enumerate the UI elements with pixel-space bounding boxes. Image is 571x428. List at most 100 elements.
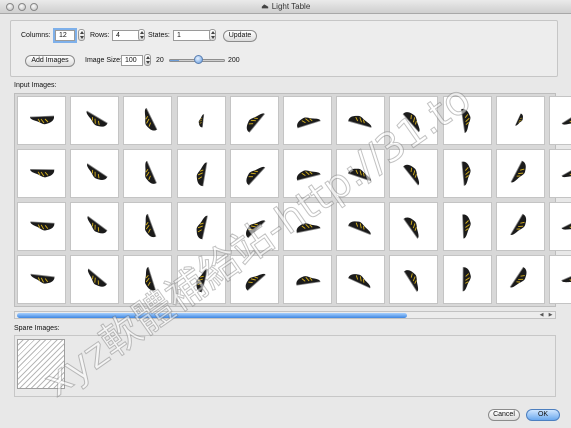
image-cell[interactable]	[495, 255, 545, 304]
shoe-image	[196, 268, 209, 292]
rows-stepper[interactable]	[138, 29, 145, 41]
image-cell[interactable]	[495, 149, 545, 198]
image-cell[interactable]	[283, 202, 332, 251]
image-cell[interactable]	[283, 149, 332, 198]
image-cell[interactable]	[123, 255, 173, 304]
shoe-image	[29, 168, 54, 177]
image-size-field[interactable]: 100	[121, 55, 143, 66]
image-cell[interactable]	[336, 149, 386, 198]
image-cell[interactable]	[17, 255, 66, 304]
input-images-label: Input Images:	[14, 82, 57, 89]
image-cell[interactable]	[336, 96, 386, 145]
shoe-image	[198, 113, 205, 127]
shoe-image	[510, 160, 527, 182]
image-cell[interactable]	[283, 255, 332, 304]
slider-min-label: 20	[156, 57, 164, 64]
image-cell[interactable]	[442, 96, 492, 145]
states-field[interactable]: 1	[173, 30, 211, 41]
image-cell[interactable]	[495, 202, 545, 251]
slider-max-label: 200	[228, 57, 240, 64]
image-size-stepper[interactable]	[144, 54, 151, 66]
input-images-grid	[14, 93, 571, 307]
shoe-image	[462, 266, 471, 291]
shoe-image	[196, 215, 208, 239]
image-cell[interactable]	[123, 149, 173, 198]
image-cell[interactable]	[549, 202, 571, 251]
image-cell[interactable]	[389, 202, 439, 251]
image-cell[interactable]	[229, 202, 279, 251]
shoe-image	[403, 216, 419, 239]
shoe-image	[295, 275, 320, 286]
image-cell[interactable]	[442, 149, 492, 198]
rows-label: Rows:	[90, 32, 110, 39]
rows-field[interactable]: 4	[112, 30, 140, 41]
columns-stepper[interactable]	[78, 29, 85, 41]
shoe-image	[196, 161, 208, 186]
shoe-image	[560, 216, 571, 230]
horizontal-scrollbar[interactable]: ◀ ▶	[14, 311, 556, 319]
image-cell[interactable]	[70, 96, 120, 145]
shoe-image	[296, 169, 321, 181]
columns-field[interactable]: 12	[55, 30, 75, 41]
shoe-image	[145, 160, 157, 184]
image-cell[interactable]	[336, 255, 386, 304]
image-cell[interactable]	[70, 202, 120, 251]
cancel-button[interactable]: Cancel	[488, 409, 520, 421]
image-cell[interactable]	[176, 255, 226, 304]
shoe-image	[247, 112, 266, 133]
scroll-right-arrow-icon[interactable]: ▶	[546, 312, 555, 318]
image-cell[interactable]	[176, 149, 226, 198]
image-cell[interactable]	[229, 96, 279, 145]
image-cell[interactable]	[123, 96, 173, 145]
slider-fill	[170, 60, 180, 61]
image-cell[interactable]	[389, 255, 439, 304]
image-cell[interactable]	[176, 96, 226, 145]
shoe-image	[246, 166, 266, 185]
image-cell[interactable]	[549, 96, 571, 145]
shoe-image	[144, 107, 158, 131]
shoe-image	[29, 220, 54, 230]
image-cell[interactable]	[389, 96, 439, 145]
ok-button[interactable]: OK	[526, 409, 560, 421]
add-images-button[interactable]: Add Images	[25, 55, 75, 67]
image-cell[interactable]	[70, 149, 120, 198]
shoe-image	[144, 266, 156, 290]
slider-knob[interactable]	[194, 55, 204, 64]
image-cell[interactable]	[123, 202, 173, 251]
shoe-image	[402, 111, 420, 132]
controls-panel: Columns: 12 Rows: 4 States: 1 Update Add…	[10, 20, 558, 77]
image-cell[interactable]	[495, 96, 545, 145]
image-cell[interactable]	[17, 96, 66, 145]
image-cell[interactable]	[70, 255, 120, 304]
states-stepper[interactable]	[209, 29, 216, 41]
image-cell[interactable]	[176, 202, 226, 251]
image-cell[interactable]	[17, 149, 66, 198]
shoe-image	[86, 162, 108, 180]
image-cell[interactable]	[549, 149, 571, 198]
image-cell[interactable]	[549, 255, 571, 304]
image-cell[interactable]	[442, 202, 492, 251]
shoe-image	[515, 112, 524, 126]
scroll-thumb[interactable]	[17, 313, 407, 318]
title-bar: Light Table	[0, 0, 571, 14]
image-cell[interactable]	[229, 255, 279, 304]
light-table-window: Light Table Columns: 12 Rows: 4 States: …	[0, 0, 571, 428]
scroll-left-arrow-icon[interactable]: ◀	[537, 312, 546, 318]
image-cell[interactable]	[17, 202, 66, 251]
image-cell[interactable]	[442, 255, 492, 304]
image-cell[interactable]	[283, 96, 332, 145]
shoe-image	[347, 115, 372, 128]
shoe-image	[30, 273, 55, 284]
shoe-image	[403, 269, 418, 292]
shoe-image	[402, 164, 419, 186]
shoe-image	[296, 116, 321, 128]
shoe-image	[87, 215, 108, 233]
shoe-image	[347, 273, 370, 288]
empty-spare-slot[interactable]	[17, 339, 65, 389]
states-label: States:	[148, 32, 170, 39]
image-cell[interactable]	[336, 202, 386, 251]
update-button[interactable]: Update	[223, 30, 257, 42]
shoe-image	[246, 219, 266, 238]
image-cell[interactable]	[389, 149, 439, 198]
image-cell[interactable]	[229, 149, 279, 198]
